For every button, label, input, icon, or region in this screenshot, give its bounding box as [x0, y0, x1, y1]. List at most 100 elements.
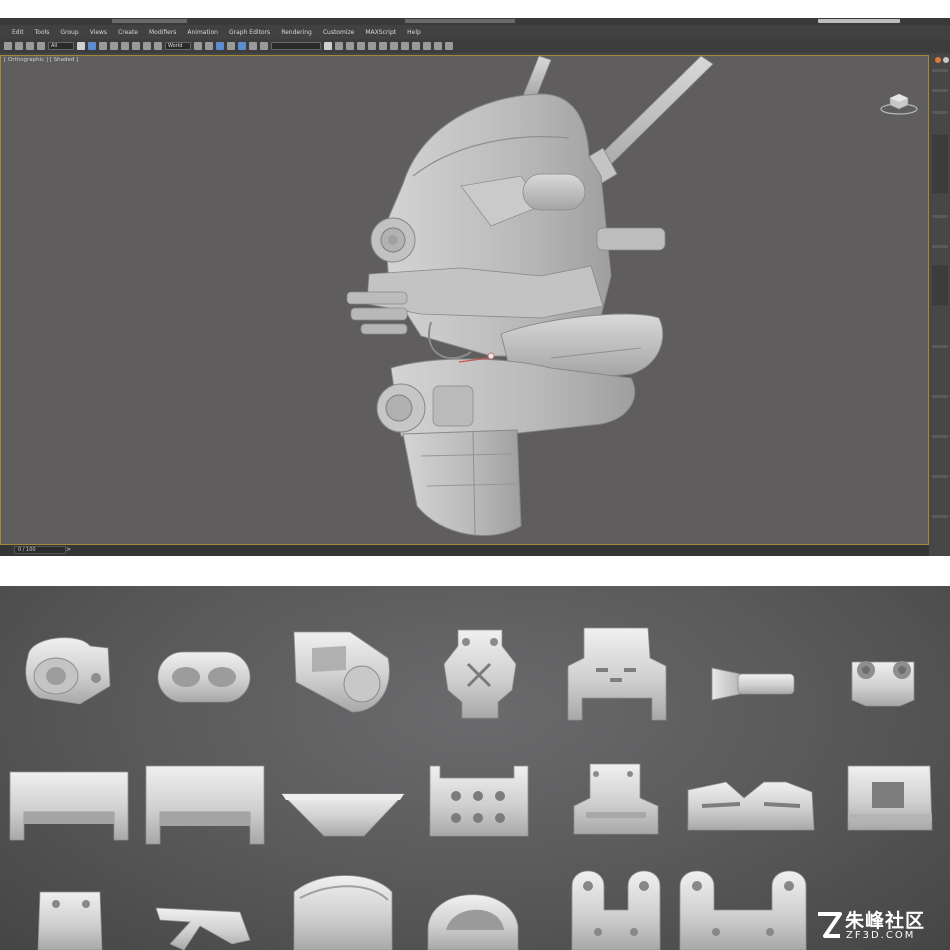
- rotate-icon[interactable]: [143, 42, 151, 50]
- menu-bar: Edit Tools Group Views Create Modifiers …: [0, 25, 950, 39]
- channel-part: [145, 765, 265, 845]
- parts-grid: [9, 627, 933, 950]
- link-part: [157, 651, 251, 703]
- clamp-part: [851, 661, 915, 707]
- panel-row: [932, 515, 948, 518]
- title-bar: [0, 18, 950, 25]
- selection-filter-value: All: [51, 43, 58, 49]
- viewport-label[interactable]: [ Orthographic ] [ Shaded ]: [4, 57, 78, 63]
- panel-row: [932, 215, 948, 218]
- plate-part: [429, 765, 529, 837]
- render-icon[interactable]: [434, 42, 442, 50]
- menu-edit[interactable]: Edit: [12, 29, 24, 36]
- wishbone-part: [155, 907, 251, 950]
- link-icon[interactable]: [26, 42, 34, 50]
- spinner-snap-icon[interactable]: [249, 42, 257, 50]
- reference-coord-dropdown[interactable]: World: [165, 42, 191, 50]
- select-manipulate-icon[interactable]: [205, 42, 213, 50]
- create-tab-icon[interactable]: [935, 57, 941, 63]
- menu-animation[interactable]: Animation: [187, 29, 218, 36]
- graphite-icon[interactable]: [368, 42, 376, 50]
- curve-editor-icon[interactable]: [379, 42, 387, 50]
- layer-manager-icon[interactable]: [357, 42, 365, 50]
- frame-counter[interactable]: 0 / 100: [14, 546, 66, 554]
- schematic-view-icon[interactable]: [390, 42, 398, 50]
- help-icon[interactable]: [445, 42, 453, 50]
- undo-icon[interactable]: [4, 42, 12, 50]
- menu-maxscript[interactable]: MAXScript: [365, 29, 396, 36]
- move-icon[interactable]: [132, 42, 140, 50]
- menu-tools[interactable]: Tools: [35, 29, 50, 36]
- menu-create[interactable]: Create: [118, 29, 138, 36]
- u-bracket-part: [571, 870, 661, 950]
- panel-row: [932, 435, 948, 438]
- selection-filter-dropdown[interactable]: All: [48, 42, 74, 50]
- rect-selection-icon[interactable]: [110, 42, 118, 50]
- snap-toggle-icon[interactable]: [216, 42, 224, 50]
- mirror-icon[interactable]: [335, 42, 343, 50]
- panel-row: [932, 89, 948, 92]
- scale-icon[interactable]: [154, 42, 162, 50]
- pivot-icon[interactable]: [194, 42, 202, 50]
- render-frame-icon[interactable]: [423, 42, 431, 50]
- time-slider-bar[interactable]: 0 / 100 >: [0, 545, 929, 556]
- next-frame-button[interactable]: >: [66, 546, 71, 554]
- menu-rendering[interactable]: Rendering: [281, 29, 312, 36]
- angle-bracket-part: [573, 763, 659, 835]
- title-blur: [405, 19, 515, 23]
- screw-part: [711, 667, 795, 701]
- parts-render: 朱峰社区 ZF3D.COM: [0, 586, 950, 950]
- servo-horn-part: [443, 629, 517, 719]
- material-editor-icon[interactable]: [401, 42, 409, 50]
- angle-snap-icon[interactable]: [227, 42, 235, 50]
- panel-row: [932, 345, 948, 348]
- box-part: [847, 765, 933, 831]
- u-bracket-part: [679, 870, 807, 950]
- channel-part: [9, 771, 129, 841]
- dropdown-arrow-icon[interactable]: [324, 42, 332, 50]
- watermark-name: 朱峰社区: [845, 910, 926, 932]
- panel-row: [932, 395, 948, 398]
- modify-tab-icon[interactable]: [943, 57, 949, 63]
- bracket-part: [293, 631, 390, 713]
- image-gap: [0, 556, 950, 586]
- menu-views[interactable]: Views: [90, 29, 107, 36]
- orthographic-viewport[interactable]: [ Orthographic ] [ Shaded ]: [0, 55, 929, 545]
- menu-group[interactable]: Group: [60, 29, 78, 36]
- reference-coord-value: World: [168, 43, 183, 49]
- panel-row: [932, 111, 948, 114]
- command-panel[interactable]: [929, 55, 950, 556]
- plate-part: [37, 891, 103, 950]
- panel-rollout[interactable]: [932, 265, 948, 305]
- view-cube-icon[interactable]: [879, 88, 919, 118]
- render-setup-icon[interactable]: [412, 42, 420, 50]
- menu-customize[interactable]: Customize: [323, 29, 355, 36]
- window-crossing-icon[interactable]: [121, 42, 129, 50]
- menu-help[interactable]: Help: [407, 29, 421, 36]
- select-object-icon[interactable]: [88, 42, 96, 50]
- zf3d-logo-icon: [818, 912, 842, 938]
- main-toolbar: All World: [0, 39, 950, 53]
- select-by-name-icon[interactable]: [99, 42, 107, 50]
- title-blur: [112, 19, 187, 23]
- watermark-site: ZF3D.COM: [846, 930, 916, 941]
- menu-modifiers[interactable]: Modifiers: [149, 29, 176, 36]
- menu-graph-editors[interactable]: Graph Editors: [229, 29, 270, 36]
- tube-clamp-part: [293, 875, 393, 950]
- search-field[interactable]: [818, 19, 900, 23]
- edit-named-sets-icon[interactable]: [260, 42, 268, 50]
- unlink-icon[interactable]: [37, 42, 45, 50]
- modifier-stack[interactable]: [932, 135, 948, 193]
- percent-snap-icon[interactable]: [238, 42, 246, 50]
- panel-row: [932, 245, 948, 248]
- mech-head-model[interactable]: [341, 56, 731, 546]
- align-icon[interactable]: [346, 42, 354, 50]
- panel-row: [932, 69, 948, 72]
- ring-clamp-part: [427, 894, 519, 950]
- gripper-part: [687, 781, 815, 831]
- servo-bracket-part: [567, 627, 667, 721]
- named-selection-dropdown[interactable]: [271, 42, 321, 50]
- pulley-part: [25, 637, 111, 705]
- dropdown-arrow-icon[interactable]: [77, 42, 85, 50]
- redo-icon[interactable]: [15, 42, 23, 50]
